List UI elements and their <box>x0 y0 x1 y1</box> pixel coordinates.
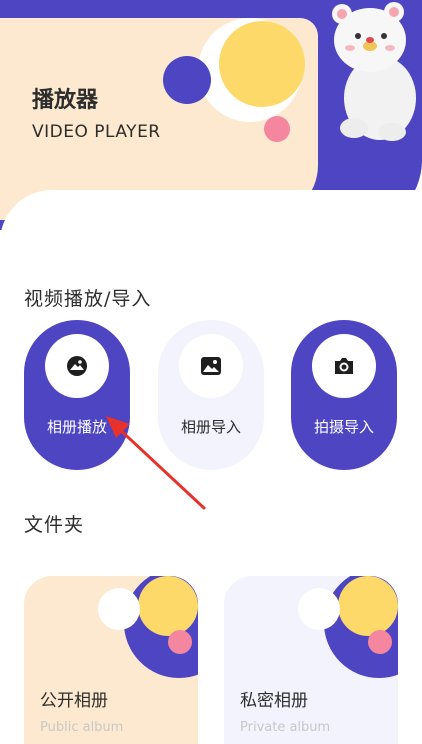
section-title-folder: 文件夹 <box>24 514 85 536</box>
page-title: 播放器 <box>32 88 99 113</box>
decor-purple-dot <box>163 56 211 104</box>
decor-yellow-circle <box>219 21 305 107</box>
page-subtitle: VIDEO PLAYER <box>32 122 161 142</box>
card-decor-yellow <box>338 576 398 636</box>
image-icon-circle <box>179 334 243 398</box>
public-album-card[interactable]: 公开相册 Public album <box>24 576 198 744</box>
camera-import-label: 拍摄导入 <box>313 418 374 436</box>
decor-pink-dot <box>264 116 290 142</box>
card-decor-yellow <box>138 576 198 636</box>
card-decor-pink <box>368 630 392 654</box>
camera-icon <box>335 358 353 374</box>
card-decor-white <box>298 588 340 630</box>
card-decor-pink <box>168 630 192 654</box>
gallery-icon <box>67 356 87 376</box>
private-album-title: 私密相册 <box>240 691 308 711</box>
section-title-import: 视频播放/导入 <box>24 288 152 310</box>
camera-import-button[interactable]: 拍摄导入 <box>291 320 397 470</box>
public-album-subtitle: Public album <box>40 720 124 735</box>
annotation-arrow <box>106 416 206 510</box>
camera-icon-circle <box>312 334 376 398</box>
public-album-title: 公开相册 <box>40 691 108 711</box>
gallery-icon-circle <box>45 334 109 398</box>
image-icon <box>201 357 221 375</box>
private-album-card[interactable]: 私密相册 Private album <box>224 576 398 744</box>
private-album-subtitle: Private album <box>240 720 331 735</box>
bear-mascot-illustration <box>332 2 416 141</box>
card-decor-white <box>98 588 140 630</box>
